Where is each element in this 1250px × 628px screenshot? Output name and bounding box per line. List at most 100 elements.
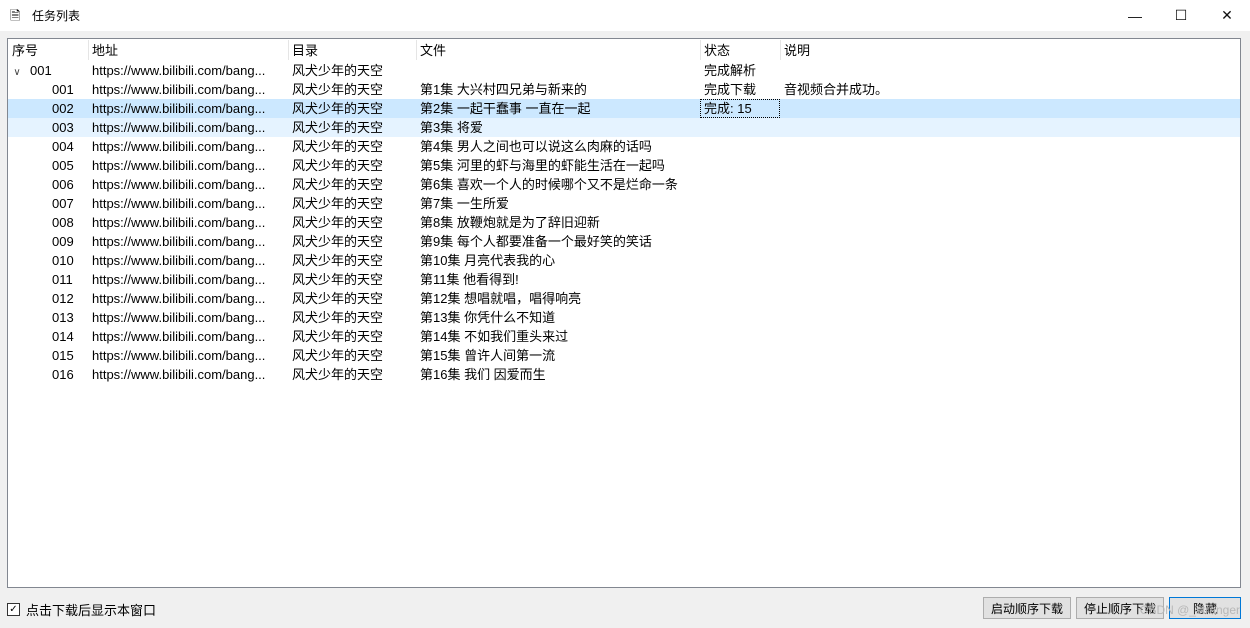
task-status — [700, 213, 780, 232]
task-row[interactable]: 001 https://www.bilibili.com/bang... 风犬少年的… — [8, 80, 1240, 99]
task-row[interactable]: 005 https://www.bilibili.com/bang... 风犬少年的… — [8, 156, 1240, 175]
task-dir: 风犬少年的天空 — [292, 177, 384, 192]
task-file: 第1集 大兴村四兄弟与新来的 — [420, 82, 587, 97]
task-file: 第9集 每个人都要准备一个最好笑的笑话 — [420, 234, 652, 249]
column-header-url[interactable]: 地址 — [88, 39, 288, 61]
task-dir: 风犬少年的天空 — [292, 120, 384, 135]
footer-bar: ✓ 点击下载后显示本窗口 启动顺序下载 停止顺序下载 隐藏 CSDN @_str… — [0, 595, 1250, 628]
minimize-button[interactable]: — — [1112, 0, 1158, 31]
task-dir: 风犬少年的天空 — [292, 272, 384, 287]
task-desc: 音视频合并成功。 — [784, 82, 889, 97]
checkbox-checked-icon[interactable]: ✓ — [7, 603, 20, 616]
task-row[interactable]: 011 https://www.bilibili.com/bang... 风犬少年的… — [8, 270, 1240, 289]
task-desc — [780, 175, 1180, 194]
task-status — [700, 137, 780, 156]
task-row[interactable]: 015 https://www.bilibili.com/bang... 风犬少年的… — [8, 346, 1240, 365]
task-row[interactable]: 010 https://www.bilibili.com/bang... 风犬少年的… — [8, 251, 1240, 270]
task-dir: 风犬少年的天空 — [292, 348, 384, 363]
task-url: https://www.bilibili.com/bang... — [92, 101, 266, 116]
task-row[interactable]: 004 https://www.bilibili.com/bang... 风犬少年的… — [8, 137, 1240, 156]
task-url: https://www.bilibili.com/bang... — [92, 234, 266, 249]
task-url: https://www.bilibili.com/bang... — [92, 139, 266, 154]
task-file: 第3集 将爱 — [420, 120, 483, 135]
task-url: https://www.bilibili.com/bang... — [92, 253, 266, 268]
column-header-file[interactable]: 文件 — [416, 39, 700, 61]
window-title: 任务列表 — [32, 9, 81, 23]
task-tree-view[interactable]: 序号 地址 目录 文件 状态 说明 ∨ 001 https://www.bilib… — [7, 38, 1241, 588]
task-desc — [780, 232, 1180, 251]
task-url: https://www.bilibili.com/bang... — [92, 82, 266, 97]
task-url: https://www.bilibili.com/bang... — [92, 329, 266, 344]
task-file: 第12集 想唱就唱，唱得响亮 — [420, 291, 582, 306]
column-header-desc[interactable]: 说明 — [780, 39, 1180, 61]
task-status — [700, 232, 780, 251]
task-dir: 风犬少年的天空 — [292, 82, 384, 97]
show-window-checkbox[interactable]: ✓ 点击下载后显示本窗口 — [7, 600, 156, 619]
task-dir: 风犬少年的天空 — [292, 310, 384, 325]
task-url: https://www.bilibili.com/bang... — [92, 196, 266, 211]
task-id: 012 — [52, 291, 74, 306]
task-row[interactable]: 012 https://www.bilibili.com/bang... 风犬少年的… — [8, 289, 1240, 308]
task-file: 第16集 我们 因爱而生 — [420, 367, 546, 382]
task-status — [700, 346, 780, 365]
task-id: 001 — [52, 82, 74, 97]
task-row[interactable]: 007 https://www.bilibili.com/bang... 风犬少年的… — [8, 194, 1240, 213]
task-row[interactable]: 016 https://www.bilibili.com/bang... 风犬少年的… — [8, 365, 1240, 384]
task-file: 第11集 他看得到! — [420, 272, 519, 287]
task-desc — [780, 118, 1180, 137]
column-header-id[interactable]: 序号 — [8, 39, 88, 61]
watermark: CSDN @_stranger — [1139, 603, 1240, 617]
task-status — [700, 289, 780, 308]
task-id: 004 — [52, 139, 74, 154]
task-desc — [780, 289, 1180, 308]
task-id: 010 — [52, 253, 74, 268]
task-dir: 风犬少年的天空 — [292, 196, 384, 211]
task-desc — [780, 251, 1180, 270]
task-file: 第15集 曾许人间第一流 — [420, 348, 556, 363]
task-file: 第10集 月亮代表我的心 — [420, 253, 556, 268]
close-button[interactable]: ✕ — [1204, 0, 1250, 31]
task-status: 完成下载 — [704, 82, 757, 97]
task-desc — [780, 270, 1180, 289]
task-row[interactable]: 008 https://www.bilibili.com/bang... 风犬少年的… — [8, 213, 1240, 232]
task-file: 第6集 喜欢一个人的时候哪个又不是烂命一条 — [420, 177, 678, 192]
column-header-status[interactable]: 状态 — [700, 39, 780, 61]
task-file: 第8集 放鞭炮就是为了辞旧迎新 — [420, 215, 600, 230]
task-file: 第5集 河里的虾与海里的虾能生活在一起吗 — [420, 158, 665, 173]
task-id: 014 — [52, 329, 74, 344]
task-row[interactable]: 002 https://www.bilibili.com/bang... 风犬少年的… — [8, 99, 1240, 118]
task-status — [700, 308, 780, 327]
column-header-dir[interactable]: 目录 — [288, 39, 416, 61]
group-desc — [780, 61, 1180, 80]
task-file: 第7集 一生所爱 — [420, 196, 509, 211]
task-id: 002 — [52, 101, 74, 116]
title-bar: 🗎 任务列表 — ☐ ✕ — [0, 0, 1250, 31]
group-id: 001 — [30, 63, 52, 78]
task-file: 第4集 男人之间也可以说这么肉麻的话吗 — [420, 139, 652, 154]
task-dir: 风犬少年的天空 — [292, 234, 384, 249]
task-row[interactable]: 013 https://www.bilibili.com/bang... 风犬少年的… — [8, 308, 1240, 327]
task-desc — [780, 327, 1180, 346]
task-row[interactable]: 006 https://www.bilibili.com/bang... 风犬少年的… — [8, 175, 1240, 194]
task-url: https://www.bilibili.com/bang... — [92, 310, 266, 325]
document-icon: 🗎 — [10, 7, 21, 23]
task-file: 第13集 你凭什么不知道 — [420, 310, 556, 325]
group-file — [416, 61, 700, 80]
group-row[interactable]: ∨ 001 https://www.bilibili.com/bang... 风犬… — [8, 61, 1240, 80]
task-row[interactable]: 014 https://www.bilibili.com/bang... 风犬少年的… — [8, 327, 1240, 346]
task-row[interactable]: 003 https://www.bilibili.com/bang... 风犬少年的… — [8, 118, 1240, 137]
task-url: https://www.bilibili.com/bang... — [92, 291, 266, 306]
maximize-button[interactable]: ☐ — [1158, 0, 1204, 31]
start-sequential-download-button[interactable]: 启动顺序下载 — [983, 597, 1071, 619]
chevron-down-icon[interactable]: ∨ — [10, 63, 24, 80]
task-status — [700, 327, 780, 346]
task-desc — [780, 99, 1180, 118]
task-id: 003 — [52, 120, 74, 135]
task-url: https://www.bilibili.com/bang... — [92, 158, 266, 173]
task-dir: 风犬少年的天空 — [292, 158, 384, 173]
task-status — [700, 365, 780, 384]
task-row[interactable]: 009 https://www.bilibili.com/bang... 风犬少年的… — [8, 232, 1240, 251]
task-status — [700, 194, 780, 213]
task-desc — [780, 308, 1180, 327]
task-url: https://www.bilibili.com/bang... — [92, 120, 266, 135]
